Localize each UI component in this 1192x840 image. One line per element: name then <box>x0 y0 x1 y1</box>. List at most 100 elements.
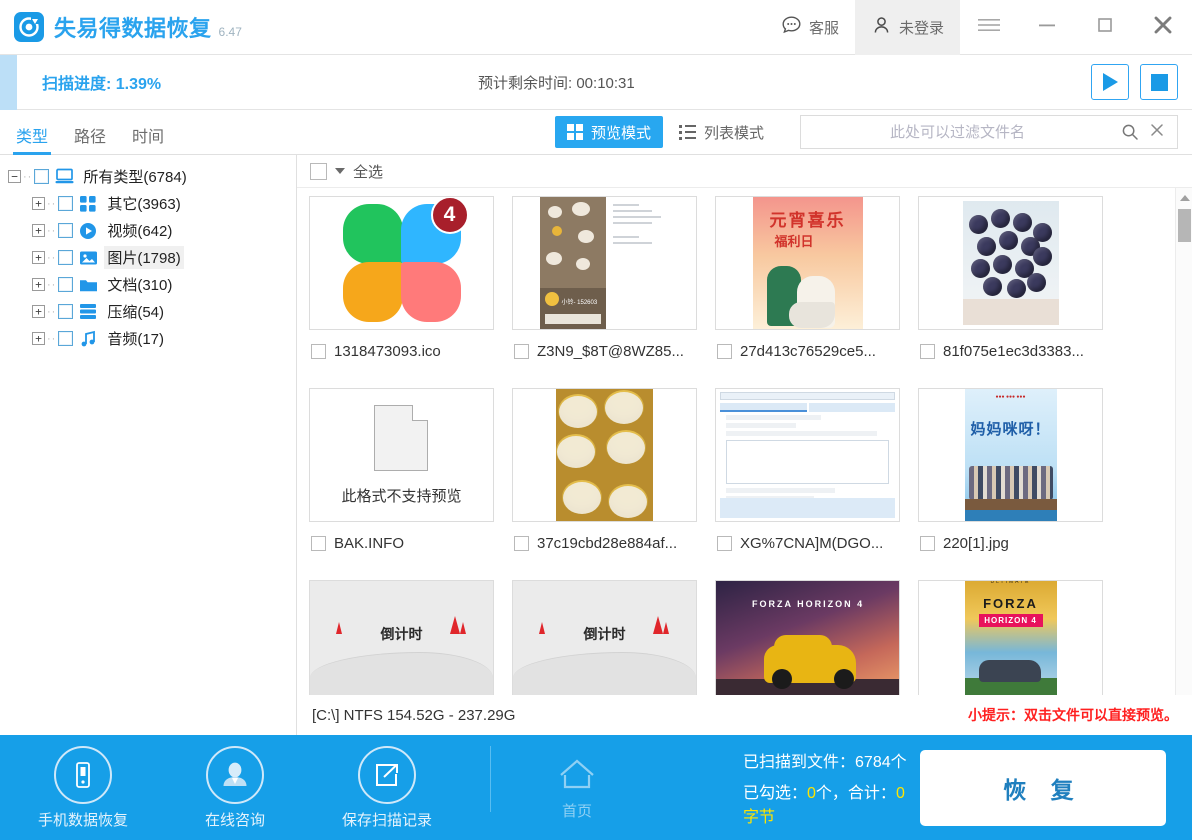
file-name-row: BAK.INFO <box>309 535 512 552</box>
file-checkbox[interactable] <box>920 344 935 359</box>
clear-search-icon[interactable] <box>1146 121 1177 143</box>
preview-mode-label: 预览模式 <box>591 122 651 143</box>
expand-toggle-others[interactable]: + <box>32 197 45 210</box>
poster-title: FORZA <box>965 596 1057 611</box>
tab-path[interactable]: 路径 <box>74 130 106 155</box>
close-button[interactable] <box>1134 0 1192 55</box>
resume-scan-button[interactable] <box>1091 64 1129 100</box>
tree-checkbox-document[interactable] <box>58 277 73 292</box>
file-thumbnail[interactable] <box>918 196 1103 330</box>
grid-icon <box>567 124 583 140</box>
menu-button[interactable] <box>960 0 1018 55</box>
tree-label-others: 其它(3963) <box>104 192 183 215</box>
file-checkbox[interactable] <box>920 536 935 551</box>
poster-title: 妈妈咪呀！ <box>965 418 1057 439</box>
tab-type[interactable]: 类型 <box>16 130 48 155</box>
tree-checkbox-image[interactable] <box>58 250 73 265</box>
file-card[interactable]: 81f075e1ec3d3383... <box>918 196 1121 388</box>
customer-support-button[interactable]: 客服 <box>765 0 855 55</box>
expand-toggle-audio[interactable]: + <box>32 332 45 345</box>
account-button[interactable]: 未登录 <box>855 0 960 55</box>
select-all-checkbox[interactable] <box>310 163 327 180</box>
file-card[interactable]: 37c19cbd28e884af... <box>512 388 715 580</box>
file-card[interactable]: 小铃- 152603 <box>512 196 715 388</box>
file-checkbox[interactable] <box>717 344 732 359</box>
video-icon <box>78 222 98 240</box>
file-card[interactable]: 此格式不支持预览 BAK.INFO <box>309 388 512 580</box>
file-thumbnail[interactable] <box>512 388 697 522</box>
mango-photo-artwork <box>556 388 653 522</box>
search-icon[interactable] <box>1114 123 1146 141</box>
file-thumbnail[interactable]: FORZA HORIZON 4 <box>715 580 900 698</box>
expand-toggle-document[interactable]: + <box>32 278 45 291</box>
file-thumbnail[interactable]: ULTIMATE FORZA HORIZON 4 <box>918 580 1103 698</box>
filter-search-box[interactable] <box>800 115 1178 149</box>
file-thumbnail[interactable]: 此格式不支持预览 <box>309 388 494 522</box>
tree-checkbox-video[interactable] <box>58 223 73 238</box>
file-name: 27d413c76529ce5... <box>740 343 876 360</box>
file-name: 37c19cbd28e884af... <box>537 535 677 552</box>
tree-checkbox-others[interactable] <box>58 196 73 211</box>
countdown-text: 倒计时 <box>310 624 493 644</box>
stop-scan-button[interactable] <box>1140 64 1178 100</box>
maximize-icon <box>1095 15 1115 40</box>
expand-toggle-image[interactable]: + <box>32 251 45 264</box>
tree-connector: ·· <box>45 333 58 345</box>
tree-node-image[interactable]: + ·· 图片(1798) <box>0 244 296 271</box>
tree-checkbox-all-types[interactable] <box>34 169 49 184</box>
tree-checkbox-audio[interactable] <box>58 331 73 346</box>
file-card[interactable]: 元宵喜乐 福利日 27d413c76529ce5... <box>715 196 918 388</box>
file-thumbnail[interactable]: 倒计时 <box>512 580 697 698</box>
file-thumbnail[interactable]: 元宵喜乐 福利日 <box>715 196 900 330</box>
preview-mode-button[interactable]: 预览模式 <box>555 116 663 148</box>
tree-node-document[interactable]: + ·· 文档(310) <box>0 271 296 298</box>
file-thumbnail[interactable]: ●●● ●●● ●●● 妈妈咪呀！ <box>918 388 1103 522</box>
file-name-row: XG%7CNA]M(DGO... <box>715 535 918 552</box>
tree-checkbox-archive[interactable] <box>58 304 73 319</box>
music-icon <box>78 330 98 348</box>
caret-down-icon[interactable] <box>335 168 345 174</box>
tree-node-others[interactable]: + ·· 其它(3963) <box>0 190 296 217</box>
category-tree: − ·· 所有类型(6784) + ·· <box>0 155 297 735</box>
minimize-button[interactable] <box>1018 0 1076 55</box>
file-grid-scroll-area: 4 1318473093.ico <box>297 188 1192 735</box>
list-mode-button[interactable]: 列表模式 <box>667 116 776 148</box>
tree-connector: ·· <box>45 198 58 210</box>
tree-node-video[interactable]: + ·· 视频(642) <box>0 217 296 244</box>
scroll-up-arrow-icon[interactable] <box>1176 190 1192 206</box>
file-checkbox[interactable] <box>717 536 732 551</box>
file-checkbox[interactable] <box>514 344 529 359</box>
tab-time[interactable]: 时间 <box>132 130 164 155</box>
progress-fill <box>0 55 17 110</box>
expand-toggle-video[interactable]: + <box>32 224 45 237</box>
maximize-button[interactable] <box>1076 0 1134 55</box>
tree-node-audio[interactable]: + ·· 音频(17) <box>0 325 296 352</box>
file-thumbnail[interactable]: 倒计时 <box>309 580 494 698</box>
online-consult-button[interactable]: 在线咨询 <box>176 746 294 830</box>
scrollbar-thumb[interactable] <box>1178 209 1191 242</box>
search-input[interactable] <box>801 116 1114 148</box>
collapse-toggle-all-types[interactable]: − <box>8 170 21 183</box>
expand-toggle-archive[interactable]: + <box>32 305 45 318</box>
recover-button[interactable]: 恢 复 <box>920 750 1166 826</box>
file-grid-scrollbar[interactable] <box>1175 188 1192 735</box>
file-checkbox[interactable] <box>311 536 326 551</box>
file-card[interactable]: 4 1318473093.ico <box>309 196 512 388</box>
tree-node-archive[interactable]: + ·· 压缩(54) <box>0 298 296 325</box>
file-name: XG%7CNA]M(DGO... <box>740 535 883 552</box>
file-thumbnail[interactable] <box>715 388 900 522</box>
file-checkbox[interactable] <box>311 344 326 359</box>
file-thumbnail[interactable]: 4 <box>309 196 494 330</box>
poster-title: 元宵喜乐 <box>761 206 855 231</box>
save-scan-record-button[interactable]: 保存扫描记录 <box>328 746 446 830</box>
file-card[interactable]: XG%7CNA]M(DGO... <box>715 388 918 580</box>
tree-label-video: 视频(642) <box>104 219 175 242</box>
file-thumbnail[interactable]: 小铃- 152603 <box>512 196 697 330</box>
footer-divider <box>490 746 491 812</box>
file-card[interactable]: ●●● ●●● ●●● 妈妈咪呀！ 220[1].jpg <box>918 388 1121 580</box>
hint-label: 小提示：双击文件可以直接预览。 <box>968 705 1178 725</box>
tree-node-all-types[interactable]: − ·· 所有类型(6784) <box>0 163 296 190</box>
home-button[interactable]: 首页 <box>531 746 623 821</box>
file-checkbox[interactable] <box>514 536 529 551</box>
mobile-recovery-button[interactable]: 手机数据恢复 <box>24 746 142 830</box>
